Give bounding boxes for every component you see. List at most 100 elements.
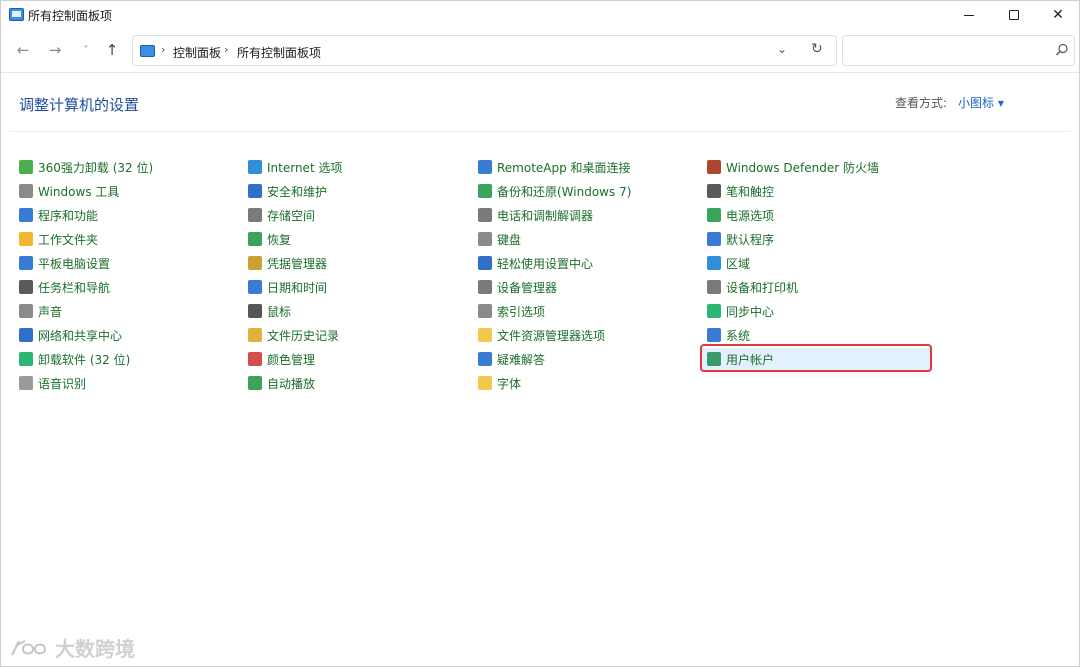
control-panel-item-label: 电源选项	[726, 208, 775, 223]
close-button[interactable]: ✕	[1035, 1, 1080, 29]
title-bar: 所有控制面板项 ✕	[1, 1, 1079, 29]
flag-icon	[248, 184, 262, 198]
control-panel-item-label: 存储空间	[267, 208, 316, 223]
control-panel-item[interactable]: 轻松使用设置中心	[478, 252, 593, 274]
control-panel-item[interactable]: 区域	[707, 252, 750, 274]
control-panel-item[interactable]: 疑难解答	[478, 348, 545, 370]
control-panel-item[interactable]: 文件历史记录	[248, 324, 339, 346]
chevron-right-icon[interactable]: ›	[224, 43, 228, 56]
control-panel-item[interactable]: 存储空间	[248, 204, 315, 226]
control-panel-item-label: 360强力卸载 (32 位)	[38, 160, 154, 175]
microphone-icon	[19, 376, 33, 390]
forward-button[interactable]: →	[44, 39, 66, 61]
control-panel-item-label: 凭据管理器	[267, 256, 328, 271]
maximize-button[interactable]	[991, 1, 1037, 29]
control-panel-item-label: RemoteApp 和桌面连接	[497, 160, 631, 175]
control-panel-item[interactable]: 字体	[478, 372, 521, 394]
control-panel-item[interactable]: 恢复	[248, 228, 291, 250]
control-panel-item-label: 区域	[726, 256, 751, 271]
default-programs-icon	[707, 232, 721, 246]
control-panel-item[interactable]: Windows Defender 防火墙	[707, 156, 879, 178]
address-dropdown-button[interactable]: ⌄	[777, 42, 787, 56]
autoplay-icon	[248, 376, 262, 390]
control-panel-item-label: 平板电脑设置	[38, 256, 111, 271]
view-mode-selector[interactable]: 小图标 ▾	[958, 94, 1004, 111]
control-panel-item-label: 疑难解答	[497, 352, 546, 367]
chevron-right-icon[interactable]: ›	[161, 43, 165, 56]
address-bar[interactable]: › 控制面板 › 所有控制面板项 ⌄ ↻	[132, 35, 837, 66]
pen-icon	[707, 184, 721, 198]
programs-icon	[19, 208, 33, 222]
search-box[interactable]	[842, 35, 1075, 66]
control-panel-item[interactable]: 平板电脑设置	[19, 252, 110, 274]
watermark-logo-icon	[11, 639, 47, 655]
control-panel-item[interactable]: 设备和打印机	[707, 276, 798, 298]
control-panel-item[interactable]: 系统	[707, 324, 750, 346]
arrow-right-icon: →	[48, 41, 62, 59]
back-button[interactable]: ←	[12, 39, 34, 61]
control-panel-item[interactable]: 自动播放	[248, 372, 315, 394]
recovery-icon	[248, 232, 262, 246]
network-icon	[19, 328, 33, 342]
control-panel-item-label: Windows Defender 防火墙	[726, 160, 879, 175]
control-panel-item[interactable]: 声音	[19, 300, 62, 322]
control-panel-item[interactable]: 凭据管理器	[248, 252, 327, 274]
control-panel-item[interactable]: Windows 工具	[19, 180, 119, 202]
control-panel-item[interactable]: 键盘	[478, 228, 521, 250]
control-panel-item-label: 文件历史记录	[267, 328, 340, 343]
control-panel-item[interactable]: 默认程序	[707, 228, 774, 250]
control-panel-item-label: 键盘	[497, 232, 522, 247]
control-panel-item[interactable]: 网络和共享中心	[19, 324, 122, 346]
sync-icon	[707, 304, 721, 318]
control-panel-item[interactable]: 语音识别	[19, 372, 86, 394]
control-panel-item[interactable]: 同步中心	[707, 300, 774, 322]
control-panel-item[interactable]: 鼠标	[248, 300, 291, 322]
control-panel-item-label: 电话和调制解调器	[497, 208, 594, 223]
control-panel-item[interactable]: 任务栏和导航	[19, 276, 110, 298]
control-panel-item-label: 字体	[497, 376, 522, 391]
control-panel-item[interactable]: RemoteApp 和桌面连接	[478, 156, 631, 178]
printer-icon	[707, 280, 721, 294]
control-panel-item-label: 工作文件夹	[38, 232, 99, 247]
search-icon[interactable]	[1055, 43, 1069, 57]
refresh-button[interactable]: ↻	[811, 41, 823, 57]
control-panel-item[interactable]: 文件资源管理器选项	[478, 324, 605, 346]
control-panel-item[interactable]: 设备管理器	[478, 276, 557, 298]
font-icon	[478, 376, 492, 390]
control-panel-item[interactable]: 程序和功能	[19, 204, 98, 226]
storage-icon	[248, 208, 262, 222]
navigation-bar: ← → ˅ ↑ › 控制面板 › 所有控制面板项 ⌄ ↻	[1, 29, 1079, 73]
internet-options-icon	[248, 160, 262, 174]
credential-icon	[248, 256, 262, 270]
control-panel-item-label: 颜色管理	[267, 352, 316, 367]
control-panel-item[interactable]: 电话和调制解调器	[478, 204, 593, 226]
backup-icon	[478, 184, 492, 198]
control-panel-item-label: 设备和打印机	[726, 280, 799, 295]
recent-locations-button[interactable]: ˅	[75, 39, 97, 61]
control-panel-item-label: 程序和功能	[38, 208, 99, 223]
computer-icon	[707, 328, 721, 342]
control-panel-item[interactable]: 索引选项	[478, 300, 545, 322]
control-panel-item[interactable]: 笔和触控	[707, 180, 774, 202]
control-panel-item-label: 鼠标	[267, 304, 292, 319]
up-button[interactable]: ↑	[101, 39, 123, 61]
breadcrumb-control-panel[interactable]: 控制面板	[173, 44, 221, 61]
control-panel-item[interactable]: 360强力卸载 (32 位)	[19, 156, 153, 178]
close-icon: ✕	[1052, 7, 1064, 23]
color-management-icon	[248, 352, 262, 366]
window-title: 所有控制面板项	[28, 9, 113, 23]
control-panel-item[interactable]: 工作文件夹	[19, 228, 98, 250]
control-panel-item[interactable]: Internet 选项	[248, 156, 342, 178]
control-panel-icon	[140, 45, 155, 57]
control-panel-item[interactable]: 卸载软件 (32 位)	[19, 348, 130, 370]
breadcrumb-all-items[interactable]: 所有控制面板项	[237, 44, 321, 61]
control-panel-item[interactable]: 备份和还原(Windows 7)	[478, 180, 631, 202]
search-input[interactable]	[849, 41, 1049, 61]
control-panel-item[interactable]: 日期和时间	[248, 276, 327, 298]
file-history-icon	[248, 328, 262, 342]
troubleshoot-icon	[478, 352, 492, 366]
control-panel-item[interactable]: 安全和维护	[248, 180, 327, 202]
control-panel-item[interactable]: 颜色管理	[248, 348, 315, 370]
minimize-button[interactable]	[946, 1, 992, 29]
control-panel-item[interactable]: 电源选项	[707, 204, 774, 226]
